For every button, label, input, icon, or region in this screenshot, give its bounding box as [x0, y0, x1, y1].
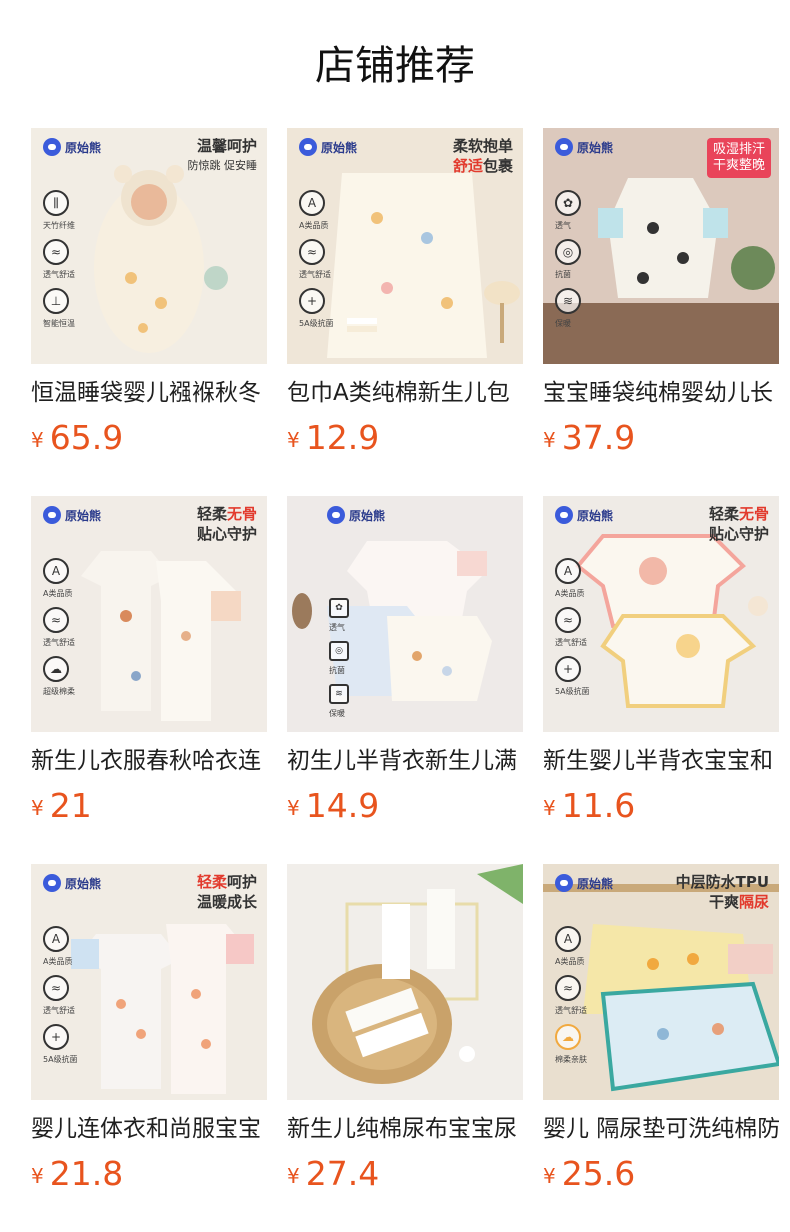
product-price: ¥14.9	[287, 786, 380, 825]
product-price: ¥37.9	[543, 418, 636, 457]
promo-slogan: 中层防水TPU 干爽隔尿	[675, 873, 769, 911]
brand-logo: 原始熊	[555, 506, 613, 524]
feature-icons: A A类品质 ≈ 透气舒适 +5A级抗菌	[299, 190, 343, 337]
product-card[interactable]: 原始熊 吸湿排汗 干爽整晚 ✿ 透气 ◎ 抗菌 ≋ 保暖 宝宝睡袋纯棉婴幼儿长 ¥37.…	[543, 128, 779, 468]
promo-slogan: 温馨呵护 防惊跳 促安睡	[187, 137, 258, 172]
product-title[interactable]: 婴儿 隔尿垫可洗纯棉防	[543, 1114, 779, 1144]
feature-icons: ✿ 透气 ◎ 抗菌 ≋ 保暖	[555, 190, 599, 337]
product-card[interactable]: 原始熊 轻柔呵护 温暖成长 A A类品质 ≈ 透气舒适 +5A级抗菌 婴儿连体衣和尚…	[31, 864, 267, 1204]
cloth-diaper-illustration	[287, 864, 523, 1100]
product-price: ¥25.6	[543, 1154, 636, 1193]
product-price: ¥65.9	[31, 418, 124, 457]
product-title[interactable]: 婴儿连体衣和尚服宝宝	[31, 1114, 267, 1144]
product-price: ¥27.4	[287, 1154, 380, 1193]
product-title[interactable]: 新生婴儿半背衣宝宝和	[543, 746, 779, 776]
air-flow-icon: ≈	[555, 975, 581, 1001]
product-image[interactable]: 原始熊 ✿ 透气 ◎ 抗菌 ≋ 保暖	[287, 496, 523, 732]
product-image[interactable]: 原始熊 温馨呵护 防惊跳 促安睡 ⫼ 天竹纤维 ≈ 透气舒适 ⊥ 智能恒温	[31, 128, 267, 364]
air-flow-icon: ≈	[43, 975, 69, 1001]
brand-logo: 原始熊	[555, 874, 613, 892]
quality-a-icon: A	[43, 926, 69, 952]
feature-icons: ⫼ 天竹纤维 ≈ 透气舒适 ⊥ 智能恒温	[43, 190, 87, 337]
bamboo-icon: ⫼	[43, 190, 69, 216]
warmth-icon: ≋	[555, 288, 581, 314]
promo-badge: 吸湿排汗 干爽整晚	[706, 138, 771, 178]
product-card[interactable]: 原始熊 ✿ 透气 ◎ 抗菌 ≋ 保暖 初生儿半背衣新生儿满 ¥14.9	[287, 496, 523, 836]
brand-logo: 原始熊	[299, 138, 357, 156]
product-card[interactable]: 新生儿纯棉尿布宝宝尿 ¥27.4	[287, 864, 523, 1204]
feature-icons: ✿ 透气 ◎ 抗菌 ≋ 保暖	[329, 598, 373, 727]
product-price: ¥11.6	[543, 786, 636, 825]
product-title[interactable]: 恒温睡袋婴儿襁褓秋冬	[31, 378, 267, 408]
air-flow-icon: ≈	[555, 607, 581, 633]
promo-slogan: 轻柔无骨 贴心守护	[708, 505, 769, 543]
product-price: ¥12.9	[287, 418, 380, 457]
product-image[interactable]: 原始熊 轻柔呵护 温暖成长 A A类品质 ≈ 透气舒适 +5A级抗菌	[31, 864, 267, 1100]
brand-logo: 原始熊	[43, 874, 101, 892]
antibacterial-icon: ◎	[555, 239, 581, 265]
cotton-icon: ☁	[555, 1024, 581, 1050]
antibacterial-icon: ◎	[329, 641, 349, 661]
air-flow-icon: ≈	[299, 239, 325, 265]
feature-icons: A A类品质 ≈ 透气舒适 ☁ 超级棉柔	[43, 558, 87, 705]
product-title[interactable]: 包巾A类纯棉新生儿包	[287, 378, 523, 408]
product-price: ¥21.8	[31, 1154, 124, 1193]
feature-icons: A A类品质 ≈ 透气舒适 +5A级抗菌	[43, 926, 87, 1073]
product-image[interactable]: 原始熊 中层防水TPU 干爽隔尿 A A类品质 ≈ 透气舒适 ☁ 棉柔亲肤	[543, 864, 779, 1100]
product-title[interactable]: 新生儿纯棉尿布宝宝尿	[287, 1114, 523, 1144]
product-title[interactable]: 初生儿半背衣新生儿满	[287, 746, 523, 776]
warmth-icon: ≋	[329, 684, 349, 704]
shield-icon: +	[43, 1024, 69, 1050]
product-image[interactable]: 原始熊 轻柔无骨 贴心守护 A A类品质 ≈ 透气舒适 +5A级抗菌	[543, 496, 779, 732]
quality-a-icon: A	[43, 558, 69, 584]
cotton-icon: ☁	[43, 656, 69, 682]
feature-icons: A A类品质 ≈ 透气舒适 +5A级抗菌	[555, 558, 599, 705]
promo-slogan: 轻柔无骨 贴心守护	[196, 505, 257, 543]
brand-logo: 原始熊	[43, 506, 101, 524]
brand-logo: 原始熊	[555, 138, 613, 156]
brand-logo: 原始熊	[43, 138, 101, 156]
product-card[interactable]: 原始熊 柔软抱单 舒适包裹 A A类品质 ≈ 透气舒适 +5A级抗菌 包巾A类纯棉新…	[287, 128, 523, 468]
air-flow-icon: ≈	[43, 239, 69, 265]
breathable-icon: ✿	[555, 190, 581, 216]
product-image[interactable]: 原始熊 柔软抱单 舒适包裹 A A类品质 ≈ 透气舒适 +5A级抗菌	[287, 128, 523, 364]
promo-slogan: 柔软抱单 舒适包裹	[452, 137, 513, 175]
quality-a-icon: A	[299, 190, 325, 216]
feature-icons: A A类品质 ≈ 透气舒适 ☁ 棉柔亲肤	[555, 926, 599, 1073]
shield-icon: +	[299, 288, 325, 314]
product-card[interactable]: 原始熊 温馨呵护 防惊跳 促安睡 ⫼ 天竹纤维 ≈ 透气舒适 ⊥ 智能恒温 恒温睡袋婴…	[31, 128, 267, 468]
brand-logo: 原始熊	[327, 506, 385, 524]
product-card[interactable]: 原始熊 轻柔无骨 贴心守护 A A类品质 ≈ 透气舒适 +5A级抗菌 新生婴儿半背衣…	[543, 496, 779, 836]
quality-a-icon: A	[555, 926, 581, 952]
breathable-icon: ✿	[329, 598, 349, 618]
product-image[interactable]	[287, 864, 523, 1100]
shield-icon: +	[555, 656, 581, 682]
product-card[interactable]: 原始熊 中层防水TPU 干爽隔尿 A A类品质 ≈ 透气舒适 ☁ 棉柔亲肤 婴儿 隔尿…	[543, 864, 779, 1204]
promo-slogan: 轻柔呵护 温暖成长	[196, 873, 257, 911]
product-price: ¥21	[31, 786, 92, 825]
air-flow-icon: ≈	[43, 607, 69, 633]
product-title[interactable]: 新生儿衣服春秋哈衣连	[31, 746, 267, 776]
quality-a-icon: A	[555, 558, 581, 584]
product-image[interactable]: 原始熊 吸湿排汗 干爽整晚 ✿ 透气 ◎ 抗菌 ≋ 保暖	[543, 128, 779, 364]
product-card[interactable]: 原始熊 轻柔无骨 贴心守护 A A类品质 ≈ 透气舒适 ☁ 超级棉柔 新生儿衣服春秋哈…	[31, 496, 267, 836]
thermometer-icon: ⊥	[43, 288, 69, 314]
half-back-shirts-illustration	[287, 496, 523, 732]
product-image[interactable]: 原始熊 轻柔无骨 贴心守护 A A类品质 ≈ 透气舒适 ☁ 超级棉柔	[31, 496, 267, 732]
product-title[interactable]: 宝宝睡袋纯棉婴幼儿长	[543, 378, 779, 408]
page-title: 店铺推荐	[315, 43, 475, 89]
